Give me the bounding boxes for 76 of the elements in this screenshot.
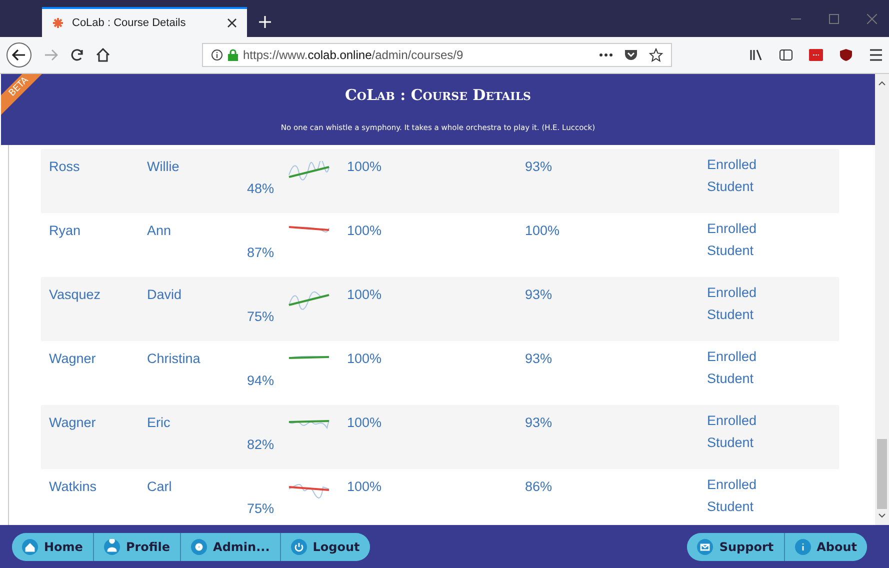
star-icon[interactable]: [649, 48, 663, 62]
tab-title: CoLab : Course Details: [72, 17, 187, 29]
address-bar[interactable]: https://www.colab.online/admin/courses/9: [202, 43, 672, 67]
table-cell-text: 93%: [525, 286, 554, 302]
close-icon[interactable]: [227, 18, 237, 28]
page-title: CoLab : Course Details: [344, 86, 532, 104]
new-tab-icon[interactable]: [259, 16, 271, 28]
table-cell-text: 100%: [525, 222, 561, 238]
info-icon: [211, 49, 223, 61]
table-cell-text: Enrolled Student: [707, 156, 758, 196]
table-cell-text: Enrolled Student: [707, 284, 758, 324]
footer-button[interactable]: Support: [687, 532, 784, 560]
asterisk-icon: [52, 17, 64, 29]
scroll-up-icon[interactable]: [878, 80, 886, 86]
table-cell-text: 75%: [247, 500, 276, 516]
extension-icon[interactable]: [809, 48, 823, 62]
home-icon[interactable]: [96, 48, 110, 62]
table-cell-text: 93%: [525, 158, 554, 174]
table-cell-text: Wagner: [49, 350, 97, 366]
table-cell-text: 75%: [247, 308, 276, 324]
table-cell-text: 93%: [525, 350, 554, 366]
table-cell-text: Carl: [147, 478, 173, 494]
browser-tab[interactable]: CoLab : Course Details: [42, 7, 247, 37]
table-cell-text: 100%: [347, 350, 383, 366]
table-cell-text: Watkins: [49, 478, 98, 494]
info-icon: [794, 538, 811, 554]
library-icon[interactable]: [749, 48, 763, 62]
sparkline-drawing: [287, 417, 331, 431]
table-cell-text: 82%: [247, 436, 276, 452]
table-cell-text: 94%: [247, 372, 276, 388]
table-cell-text: 100%: [347, 286, 383, 302]
mail-icon: [697, 538, 714, 554]
user-icon: [104, 538, 120, 554]
table-cell-text: Ryan: [49, 222, 82, 238]
table-cell-text: 93%: [525, 414, 554, 430]
table-cell-text: Ann: [147, 222, 172, 238]
sparkline-drawing: [287, 289, 331, 313]
back-icon[interactable]: [6, 42, 32, 68]
table-cell-text: Eric: [147, 414, 172, 430]
shield-icon[interactable]: [839, 48, 853, 62]
table-cell-text: 100%: [347, 414, 383, 430]
footer-button[interactable]: Home: [12, 532, 93, 560]
table-cell-text: 48%: [247, 180, 276, 196]
sparkline-drawing: [287, 225, 331, 235]
footer-button[interactable]: Admin...: [181, 532, 280, 560]
reload-icon[interactable]: [70, 48, 84, 62]
table-cell-text: Willie: [147, 158, 180, 174]
menu-icon[interactable]: [869, 49, 883, 61]
footer-button[interactable]: Logout: [280, 532, 370, 560]
scroll-down-icon[interactable]: [878, 513, 886, 519]
shield-icon[interactable]: [624, 49, 638, 61]
home-icon: [22, 538, 38, 554]
table-cell-text: 100%: [347, 158, 383, 174]
table-cell-text: Ross: [49, 158, 81, 174]
more-icon[interactable]: [599, 53, 613, 57]
table-cell-text: David: [147, 286, 183, 302]
sparkline-drawing: [287, 353, 331, 361]
table-cell-text: Enrolled Student: [707, 348, 758, 388]
scrollbar-thumb[interactable]: [877, 439, 887, 509]
maximize-icon[interactable]: [829, 14, 839, 24]
table-cell-text: 100%: [347, 478, 383, 494]
table-cell-text: 100%: [347, 222, 383, 238]
table-cell-text: Enrolled Student: [707, 412, 758, 452]
sidebar-icon[interactable]: [779, 48, 793, 62]
power-icon: [290, 538, 307, 554]
table-cell-text: 87%: [247, 244, 276, 260]
table-cell-text: Enrolled Student: [707, 220, 758, 260]
table-cell-text: 86%: [525, 478, 554, 494]
table-cell-text: Wagner: [49, 414, 97, 430]
scrollbar[interactable]: [875, 74, 889, 525]
lock-icon: [228, 49, 238, 61]
table-cell-text: Vasquez: [49, 286, 102, 302]
footer-button[interactable]: Profile: [94, 532, 180, 560]
table-cell-text: Enrolled Student: [707, 476, 758, 516]
footer-button[interactable]: About: [784, 532, 867, 560]
table-cell-text: Christina: [147, 350, 202, 366]
